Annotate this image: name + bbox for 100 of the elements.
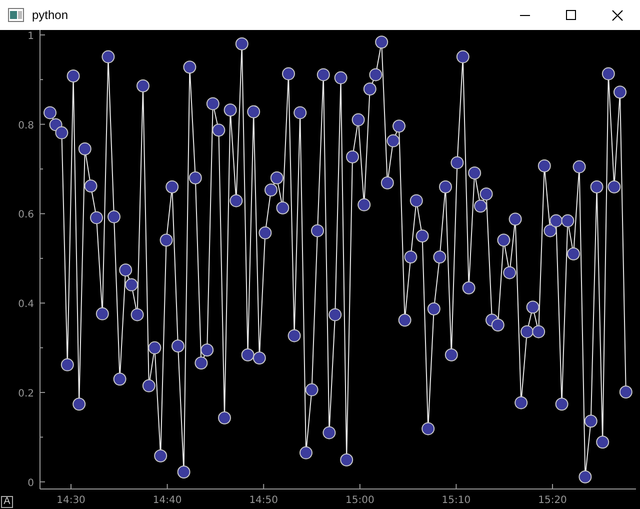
data-point — [532, 325, 546, 338]
data-point — [497, 234, 510, 247]
data-point — [404, 250, 418, 264]
window-title: python — [32, 7, 70, 24]
data-point — [230, 194, 243, 208]
data-point — [294, 106, 307, 120]
data-point — [450, 156, 464, 170]
data-point — [520, 325, 534, 338]
x-tick-label: 15:10 — [442, 495, 471, 506]
data-point — [276, 201, 290, 214]
data-point — [444, 348, 458, 362]
y-tick-label: 0.8 — [18, 120, 34, 132]
data-point — [380, 176, 394, 190]
maximize-icon — [566, 10, 576, 20]
data-point — [433, 250, 446, 264]
data-point — [305, 383, 318, 396]
data-point — [363, 82, 376, 96]
x-tick-label: 14:40 — [152, 495, 182, 506]
data-point — [108, 210, 120, 224]
data-point — [177, 466, 190, 478]
data-point — [608, 180, 621, 194]
data-point — [119, 264, 132, 276]
data-point — [480, 188, 493, 200]
data-point — [258, 226, 272, 240]
data-point — [235, 37, 248, 50]
data-point — [358, 198, 371, 212]
data-point — [567, 247, 580, 260]
x-tick-label: 15:20 — [538, 495, 567, 506]
data-point — [247, 105, 260, 118]
data-point — [311, 224, 324, 238]
close-icon — [612, 10, 622, 20]
data-point — [578, 470, 592, 484]
auto-range-button[interactable]: A — [1, 496, 13, 508]
y-tick-label: 0 — [28, 478, 34, 489]
data-point — [386, 134, 400, 148]
data-point — [538, 159, 551, 172]
data-point — [241, 348, 254, 362]
data-point — [439, 180, 452, 194]
data-point — [154, 449, 168, 462]
x-tick-label: 14:30 — [56, 495, 86, 506]
data-point — [596, 436, 610, 449]
data-point — [468, 166, 482, 180]
data-point — [125, 278, 138, 292]
data-point — [282, 67, 295, 80]
data-point — [183, 60, 196, 74]
data-point — [544, 224, 557, 238]
data-point — [96, 307, 109, 320]
data-point — [572, 160, 586, 174]
data-point — [334, 71, 348, 84]
data-point — [503, 266, 516, 280]
data-point — [84, 180, 98, 192]
data-point — [422, 422, 435, 436]
data-point — [206, 97, 220, 110]
data-point — [508, 212, 522, 226]
data-point — [514, 396, 528, 410]
x-tick-label: 14:50 — [249, 495, 278, 506]
y-tick-label: 0.6 — [18, 210, 34, 221]
data-point — [398, 314, 412, 327]
app-icon — [8, 8, 24, 22]
data-point — [224, 104, 237, 116]
data-point — [602, 67, 615, 80]
data-point — [264, 184, 278, 196]
data-point — [526, 300, 540, 314]
data-point — [328, 308, 342, 322]
data-point — [252, 352, 266, 364]
data-point — [200, 344, 214, 356]
data-point — [90, 211, 103, 224]
data-point — [130, 308, 144, 322]
x-tick-label: 15:00 — [346, 495, 374, 506]
data-point — [491, 318, 504, 332]
data-point — [270, 171, 284, 184]
data-point — [375, 36, 388, 49]
data-point — [78, 142, 92, 156]
data-point — [148, 341, 162, 354]
data-point — [288, 329, 301, 342]
y-tick-label: 0.2 — [18, 388, 34, 400]
data-point — [218, 411, 231, 424]
data-point — [456, 50, 470, 64]
data-point — [212, 124, 226, 137]
data-point — [60, 358, 74, 372]
data-point — [462, 281, 476, 294]
data-point — [416, 230, 429, 242]
data-point — [194, 356, 208, 370]
data-point — [392, 120, 406, 133]
data-point — [316, 68, 330, 82]
data-point — [66, 70, 80, 82]
data-point — [619, 386, 632, 398]
data-point — [550, 214, 563, 228]
data-point — [614, 86, 626, 99]
data-point — [160, 234, 173, 247]
data-point — [369, 68, 382, 82]
data-point — [142, 379, 156, 392]
data-point — [590, 180, 604, 194]
data-point — [172, 340, 184, 352]
data-point — [474, 200, 487, 213]
data-point — [352, 113, 365, 126]
data-point — [340, 453, 354, 466]
data-point — [55, 126, 68, 140]
data-point — [102, 50, 115, 64]
data-point — [427, 302, 440, 316]
